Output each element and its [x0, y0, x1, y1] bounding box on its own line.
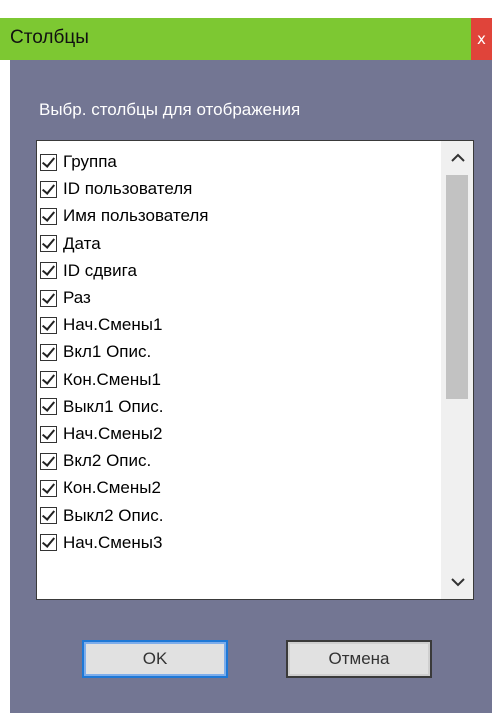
- list-item-label: Нач.Смены2: [63, 424, 163, 443]
- list-item[interactable]: Имя пользователя: [40, 203, 435, 229]
- list-item[interactable]: Группа: [40, 149, 435, 175]
- list-item[interactable]: Нач.Смены2: [40, 421, 435, 447]
- window-title: Столбцы: [10, 27, 89, 48]
- checkbox[interactable]: [40, 262, 57, 280]
- list-item[interactable]: Нач.Смены1: [40, 312, 435, 338]
- checkbox[interactable]: [40, 371, 57, 389]
- list-item-label: Дата: [63, 233, 101, 253]
- list-item-label: ID пользователя: [63, 179, 193, 199]
- columns-checklist[interactable]: Группа ID пользователя Имя пользователя Дат…: [36, 140, 474, 600]
- list-item-label: Нач.Смены3: [63, 532, 163, 552]
- checkbox[interactable]: [40, 343, 57, 361]
- scroll-down-button[interactable]: [441, 565, 473, 599]
- list-item[interactable]: Вкл2 Опис.: [40, 448, 435, 474]
- list-item-label: Кон.Смены1: [63, 369, 161, 389]
- list-item[interactable]: Раз: [40, 285, 435, 311]
- checkbox[interactable]: [40, 289, 57, 307]
- list-item-label: Выкл2 Опис.: [63, 505, 164, 525]
- checkbox[interactable]: [40, 153, 57, 171]
- ok-button[interactable]: OK: [82, 640, 228, 678]
- chevron-down-icon: [450, 574, 465, 591]
- list-item[interactable]: Выкл2 Опис.: [40, 503, 435, 529]
- checkbox[interactable]: [40, 425, 57, 443]
- list-item[interactable]: ID пользователя: [40, 176, 435, 202]
- checkbox[interactable]: [40, 180, 57, 198]
- cancel-button[interactable]: Отмена: [286, 640, 432, 678]
- list-item-label: Кон.Смены2: [63, 478, 161, 498]
- scroll-thumb[interactable]: [446, 175, 468, 399]
- list-item[interactable]: Вкл1 Опис.: [40, 339, 435, 365]
- instruction-label: Выбр. столбцы для отображения: [39, 100, 301, 119]
- list-item-label: ID сдвига: [63, 260, 137, 280]
- close-button[interactable]: x: [471, 18, 492, 60]
- vertical-scrollbar[interactable]: [441, 141, 473, 599]
- list-item-label: Вкл1 Опис.: [63, 342, 152, 362]
- columns-dialog: Столбцы x Выбр. столбцы для отображения …: [0, 0, 492, 713]
- window-left-edge: [0, 60, 10, 713]
- checkbox[interactable]: [40, 207, 57, 225]
- checkbox[interactable]: [40, 235, 57, 253]
- checkbox[interactable]: [40, 507, 57, 525]
- checkbox[interactable]: [40, 316, 57, 334]
- list-item-label: Раз: [63, 288, 91, 307]
- close-icon: x: [477, 30, 486, 48]
- list-item-label: Вкл2 Опис.: [63, 451, 152, 471]
- scroll-up-button[interactable]: [441, 141, 473, 175]
- list-item[interactable]: Выкл1 Опис.: [40, 394, 435, 420]
- list-item-label: Выкл1 Опис.: [63, 396, 164, 416]
- list-item-label: Группа: [63, 152, 117, 171]
- list-item[interactable]: Нач.Смены3: [40, 530, 435, 556]
- list-item-label: Имя пользователя: [63, 206, 209, 226]
- chevron-up-icon: [450, 150, 465, 167]
- list-item[interactable]: Кон.Смены2: [40, 475, 435, 501]
- list-item[interactable]: Кон.Смены1: [40, 367, 435, 393]
- checkbox[interactable]: [40, 479, 57, 497]
- checkbox[interactable]: [40, 398, 57, 416]
- list-item[interactable]: ID сдвига: [40, 258, 435, 284]
- checkbox[interactable]: [40, 534, 57, 552]
- list-item[interactable]: Дата: [40, 231, 435, 257]
- checkbox[interactable]: [40, 452, 57, 470]
- list-item-label: Нач.Смены1: [63, 315, 163, 335]
